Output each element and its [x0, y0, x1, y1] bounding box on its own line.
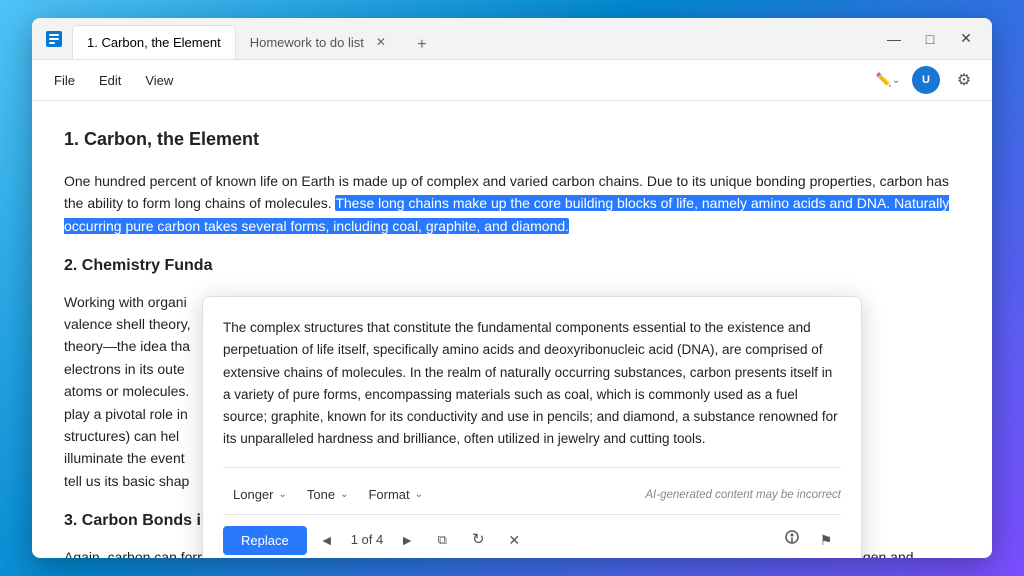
heading-2-text: 2. Chemistry Funda: [64, 257, 212, 274]
close-rewrite-button[interactable]: ✕: [499, 525, 529, 555]
right-actions: ⚑: [777, 525, 841, 555]
document-content: 1. Carbon, the Element One hundred perce…: [32, 101, 992, 558]
format-dropdown[interactable]: Format ⌄: [358, 480, 433, 511]
refresh-button[interactable]: ↻: [463, 525, 493, 555]
longer-arrow-icon: ⌄: [278, 487, 286, 503]
tabs-area: 1. Carbon, the Element Homework to do li…: [72, 18, 880, 59]
page-count: 1 of 4: [347, 530, 388, 551]
longer-dropdown[interactable]: Longer ⌄: [223, 480, 297, 511]
menubar: File Edit View ✏️ ⌄ U ⚙: [32, 60, 992, 101]
longer-label: Longer: [233, 485, 273, 506]
format-arrow-icon: ⌄: [415, 487, 423, 503]
settings-icon: ⚙: [957, 70, 971, 90]
copy-button[interactable]: ⧉: [427, 525, 457, 555]
heading-2-overflow: ‌: [212, 257, 537, 274]
refresh-icon: ↻: [472, 528, 485, 552]
p2-col1-l4: electrons in its oute: [64, 361, 185, 377]
menu-file[interactable]: File: [44, 69, 85, 92]
tab-carbon[interactable]: 1. Carbon, the Element: [72, 25, 236, 59]
menu-edit[interactable]: Edit: [89, 69, 131, 92]
close-button[interactable]: ✕: [952, 25, 980, 53]
tone-label: Tone: [307, 485, 335, 506]
tone-arrow-icon: ⌄: [340, 487, 348, 503]
window-controls: — □ ✕: [880, 25, 980, 53]
edit-icon: ✏️: [876, 72, 892, 88]
ai-disclaimer: AI-generated content may be incorrect: [645, 486, 841, 504]
p2-col1-l7: structures) can hel: [64, 428, 179, 444]
paragraph-1: One hundred percent of known life on Ear…: [64, 170, 960, 237]
rewrite-popup: The complex structures that constitute t…: [202, 296, 862, 558]
maximize-button[interactable]: □: [916, 25, 944, 53]
rewrite-toolbar: Longer ⌄ Tone ⌄ Format ⌄ AI-generated co…: [223, 467, 841, 511]
edit-toolbar-button[interactable]: ✏️ ⌄: [872, 64, 904, 96]
tab-label-homework: Homework to do list: [250, 35, 364, 50]
main-window: 1. Carbon, the Element Homework to do li…: [32, 18, 992, 558]
heading-2: 2. Chemistry Funda‌: [64, 253, 960, 279]
next-button[interactable]: ►: [393, 526, 421, 554]
edit-caret-icon: ⌄: [892, 75, 900, 86]
p2-col1-l6: play a pivotal role in: [64, 406, 188, 422]
menu-right-actions: ✏️ ⌄ U ⚙: [872, 64, 980, 96]
prev-button[interactable]: ◄: [313, 526, 341, 554]
close-rewrite-icon: ✕: [508, 529, 520, 551]
rewrite-actions: Replace ◄ 1 of 4 ► ⧉ ↻ ✕: [223, 514, 841, 555]
replace-button[interactable]: Replace: [223, 526, 307, 555]
tab-close-homework[interactable]: ✕: [372, 33, 390, 51]
titlebar: 1. Carbon, the Element Homework to do li…: [32, 18, 992, 60]
save-rewrite-button[interactable]: [777, 525, 807, 555]
minimize-button[interactable]: —: [880, 25, 908, 53]
p2-col1-l1: Working with organi: [64, 294, 187, 310]
tab-homework[interactable]: Homework to do list ✕: [236, 25, 404, 59]
tab-label-carbon: 1. Carbon, the Element: [87, 35, 221, 50]
app-icon: [44, 29, 64, 49]
flag-button[interactable]: ⚑: [811, 525, 841, 555]
rewrite-text: The complex structures that constitute t…: [223, 317, 841, 451]
copy-icon: ⧉: [438, 530, 447, 551]
menu-view[interactable]: View: [135, 69, 183, 92]
new-tab-button[interactable]: +: [408, 31, 436, 59]
save-rewrite-icon: [784, 529, 800, 551]
p2-col1-l5: atoms or molecules.: [64, 383, 189, 399]
settings-button[interactable]: ⚙: [948, 64, 980, 96]
flag-icon: ⚑: [820, 529, 833, 551]
p2-col1-l8: illuminate the event: [64, 450, 185, 466]
p2-col1-l2: valence shell theory,: [64, 316, 191, 332]
tone-dropdown[interactable]: Tone ⌄: [297, 480, 359, 511]
p2-col1-l3: theory—the idea tha: [64, 338, 190, 354]
format-label: Format: [368, 485, 409, 506]
avatar[interactable]: U: [912, 66, 940, 94]
p2-col1-l9: tell us its basic shap: [64, 473, 189, 489]
heading-1: 1. Carbon, the Element: [64, 125, 960, 154]
